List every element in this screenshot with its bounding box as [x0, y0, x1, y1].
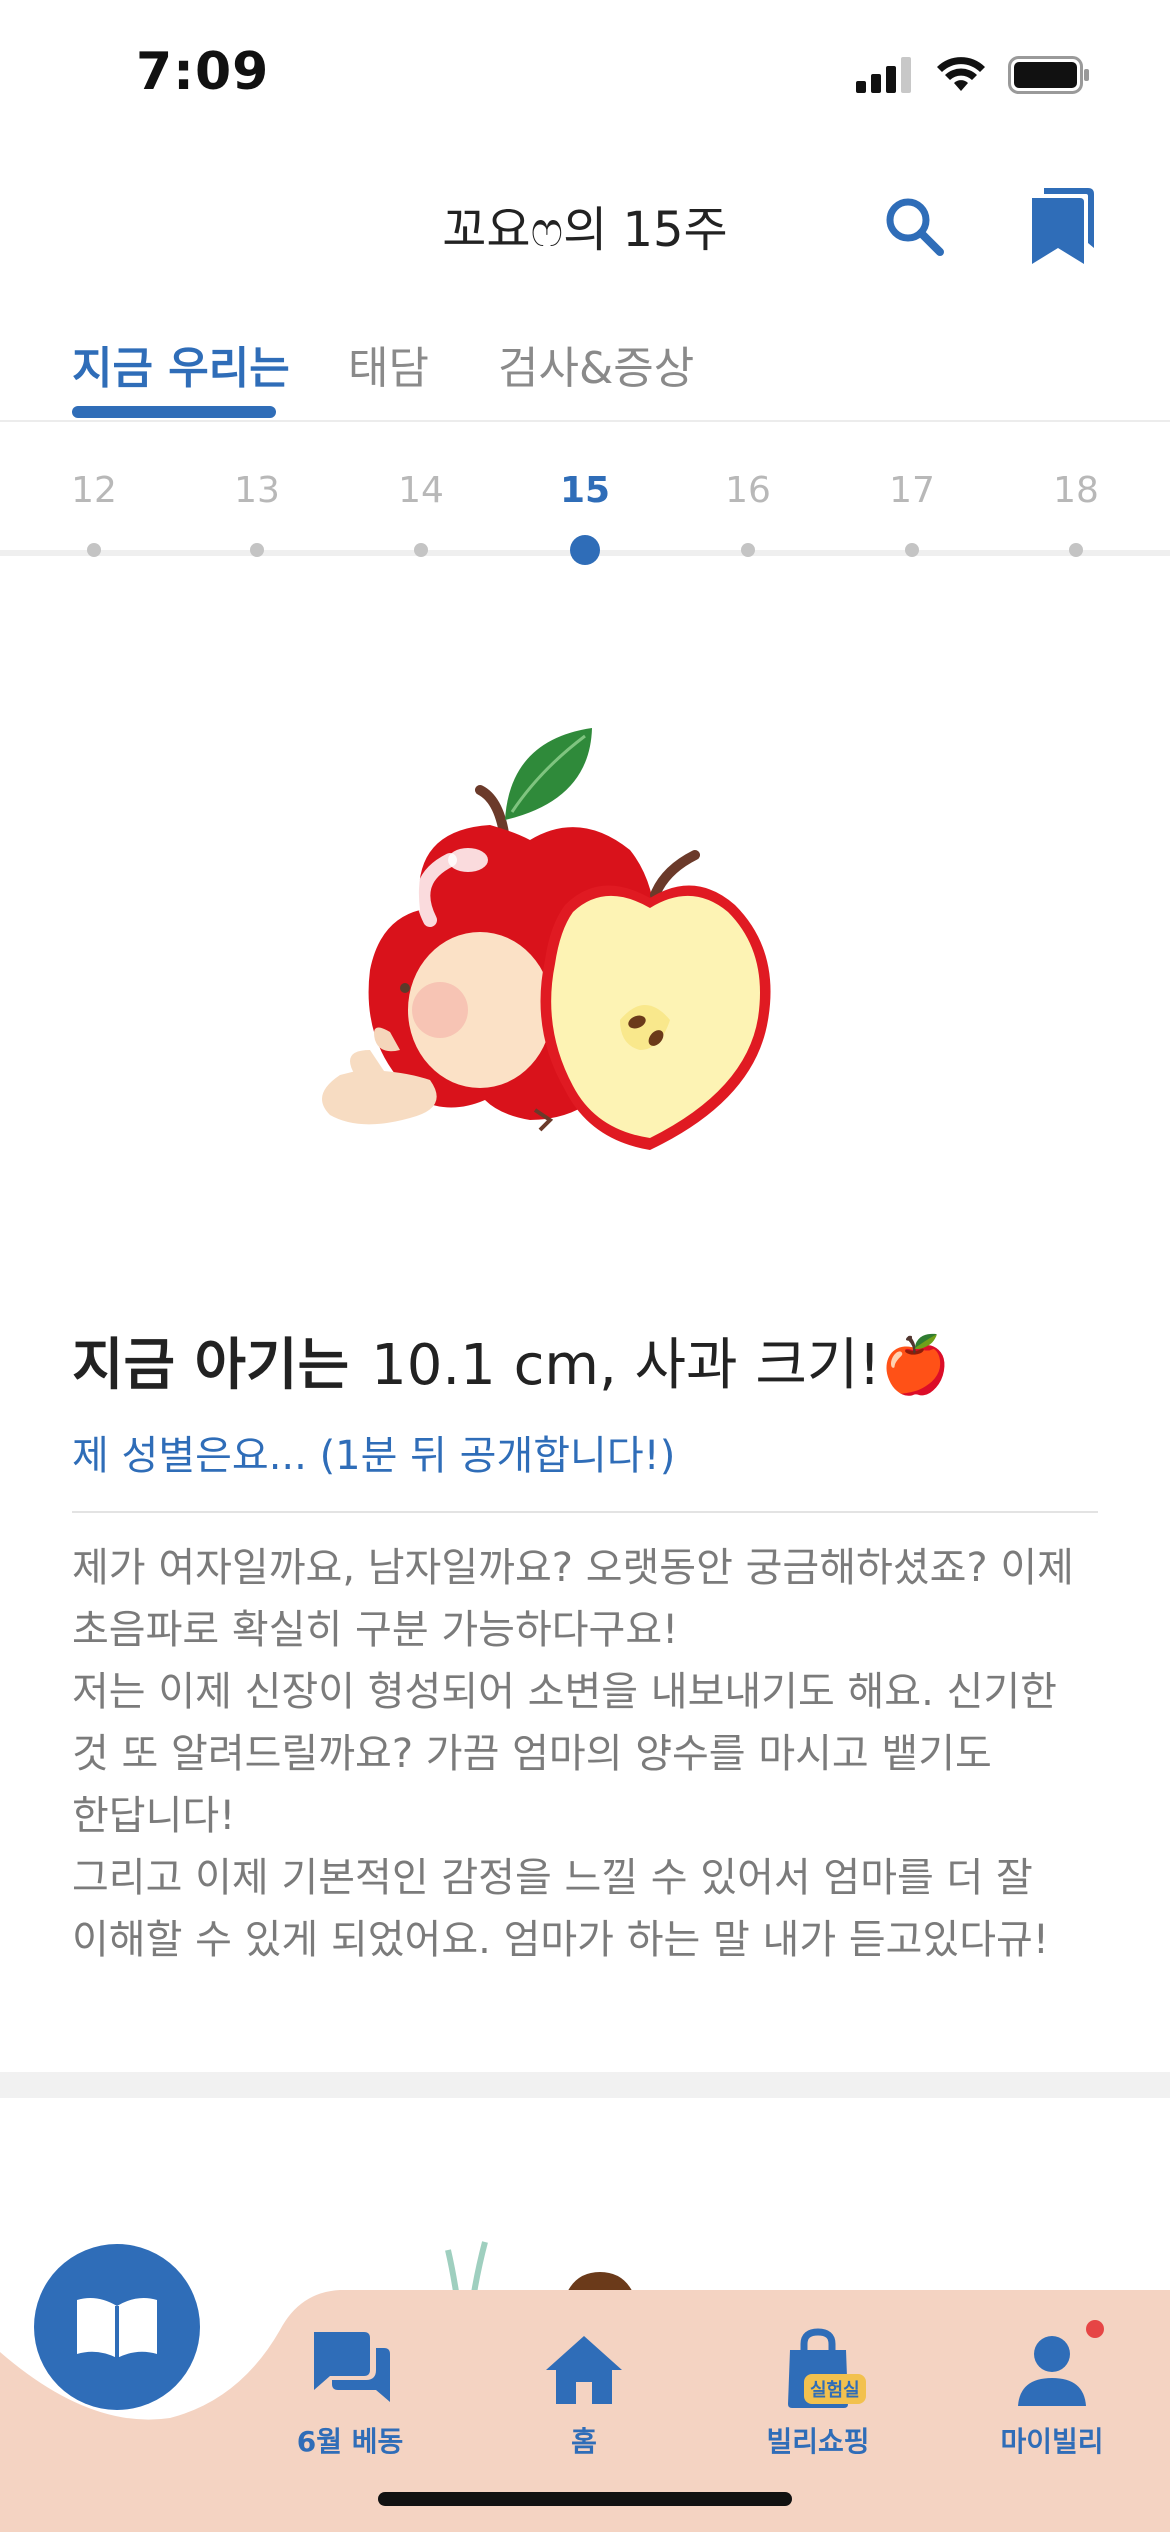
- week-item[interactable]: 18: [1026, 470, 1126, 557]
- week-label: 13: [234, 470, 280, 511]
- headline-size: 10.1 cm, 사과 크기!🍎: [371, 1333, 951, 1398]
- week-item[interactable]: 16: [698, 470, 798, 557]
- lab-badge: 실험실: [804, 2374, 866, 2404]
- bookmark-icon: [1032, 188, 1094, 264]
- cellular-signal-icon: [856, 57, 911, 93]
- search-icon: [886, 198, 944, 256]
- week-selector: 12 13 14 15 16 17 18: [0, 470, 1170, 580]
- top-app-bar: 꼬요ෆ의 15주: [0, 160, 1170, 290]
- week-info-card: 지금 아기는 10.1 cm, 사과 크기!🍎 제 성별은요... (1분 뒤 공…: [72, 1320, 1098, 1971]
- nav-label: 홈: [571, 2425, 597, 2458]
- shopping-bag-icon-wrap: 실험실: [776, 2326, 866, 2412]
- page-title: 꼬요ෆ의 15주: [442, 202, 728, 258]
- open-book-icon: [77, 2298, 157, 2358]
- battery-icon: [1008, 56, 1089, 94]
- week-item[interactable]: 12: [44, 470, 144, 557]
- week-item-selected[interactable]: 15: [535, 470, 635, 565]
- week-dot: [905, 543, 919, 557]
- status-time: 7:09: [136, 42, 270, 102]
- week-label: 18: [1053, 470, 1099, 511]
- week-item[interactable]: 13: [207, 470, 307, 557]
- week-label: 14: [398, 470, 444, 511]
- week-dot: [250, 543, 264, 557]
- baby-apple-illustration: [300, 720, 880, 1180]
- nav-item-community[interactable]: 6월 베동: [260, 2326, 440, 2460]
- active-tab-indicator: [72, 406, 276, 418]
- description-paragraph: 저는 이제 신장이 형성되어 소변을 내보내기도 해요. 신기한 것 또 알려드…: [72, 1669, 1057, 1839]
- nav-item-my[interactable]: 마이빌리: [962, 2320, 1142, 2460]
- gender-reveal-link[interactable]: 제 성별은요... (1분 뒤 공개합니다!): [72, 1423, 1098, 1481]
- headline-lead: 지금 아기는: [72, 1333, 350, 1398]
- section-divider: [0, 2072, 1170, 2098]
- status-bar: 7:09: [0, 0, 1170, 150]
- week-label: 12: [71, 470, 117, 511]
- description-paragraph: 제가 여자일까요, 남자일까요? 오랫동안 궁금해하셨죠? 이제 초음파로 확실…: [72, 1545, 1074, 1653]
- week-item[interactable]: 17: [862, 470, 962, 557]
- nav-label: 마이빌리: [1000, 2425, 1104, 2458]
- week-dot: [741, 543, 755, 557]
- week-dot: [87, 543, 101, 557]
- tab-prenatal-talk[interactable]: 태담: [348, 332, 429, 396]
- week-label: 17: [889, 470, 935, 511]
- bookmark-button[interactable]: [1030, 188, 1094, 264]
- chat-bubbles-icon: [314, 2332, 390, 2402]
- diary-fab-button[interactable]: [34, 2244, 200, 2410]
- nav-label: 빌리쇼핑: [766, 2425, 870, 2458]
- notification-dot: [1086, 2320, 1104, 2338]
- status-icons: [856, 56, 1090, 94]
- home-icon: [546, 2336, 622, 2404]
- week-item[interactable]: 14: [371, 470, 471, 557]
- tab-tests-symptoms[interactable]: 검사&증상: [498, 332, 694, 396]
- nav-label: 6월 베동: [296, 2425, 404, 2458]
- tab-now[interactable]: 지금 우리는: [72, 332, 290, 396]
- home-indicator[interactable]: [378, 2492, 792, 2506]
- search-button[interactable]: [880, 192, 950, 262]
- tab-bar: 지금 우리는 태담 검사&증상: [0, 320, 1170, 422]
- week-dot: [1069, 543, 1083, 557]
- week-description: 제가 여자일까요, 남자일까요? 오랫동안 궁금해하셨죠? 이제 초음파로 확실…: [72, 1537, 1098, 1971]
- baby-size-headline: 지금 아기는 10.1 cm, 사과 크기!🍎: [72, 1320, 1098, 1401]
- week-dot: [414, 543, 428, 557]
- week-dot: [570, 535, 600, 565]
- nav-item-shopping[interactable]: 실험실 빌리쇼핑: [728, 2326, 908, 2460]
- week-label: 15: [559, 470, 611, 511]
- week-label: 16: [725, 470, 771, 511]
- person-icon-wrap: [1010, 2320, 1104, 2412]
- wifi-icon: [937, 57, 985, 91]
- description-paragraph: 그리고 이제 기본적인 감정을 느낄 수 있어서 엄마를 더 잘 이해할 수 있…: [72, 1855, 1049, 1963]
- person-icon: [1018, 2336, 1086, 2406]
- divider: [72, 1511, 1098, 1513]
- nav-item-home[interactable]: 홈: [494, 2326, 674, 2460]
